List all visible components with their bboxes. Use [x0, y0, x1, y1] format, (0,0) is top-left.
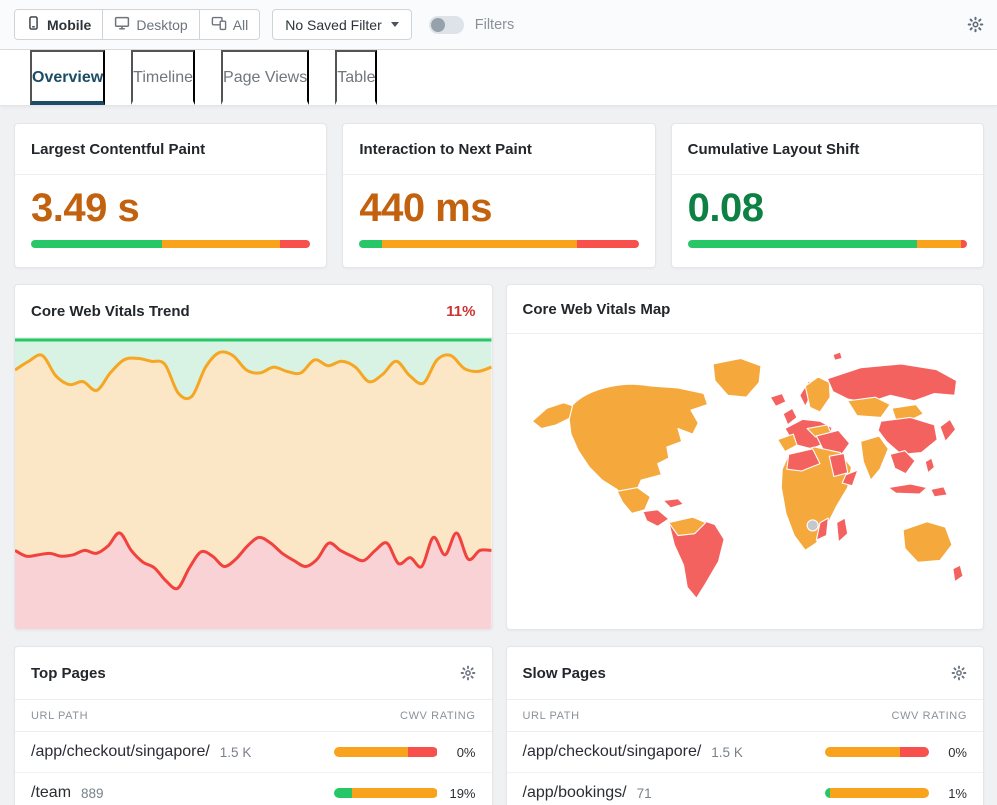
cwv-rating-bar: [334, 788, 438, 798]
device-button-all[interactable]: All: [199, 10, 260, 39]
table-row[interactable]: /app/bookings/ 71 1%: [507, 773, 984, 805]
top-toolbar: Mobile Desktop All No Saved Filte: [0, 0, 997, 50]
cwv-rating-bar: [825, 747, 929, 757]
cls-card: Cumulative Layout Shift 0.08: [671, 123, 984, 268]
table-row[interactable]: /team 889 19%: [15, 773, 492, 805]
inp-card: Interaction to Next Paint 440 ms: [342, 123, 655, 268]
card-header: Slow Pages: [507, 647, 984, 700]
poor-percent-badge: 11%: [446, 303, 475, 320]
filters-toggle-label: Filters: [475, 17, 514, 33]
tab-table[interactable]: Table: [335, 50, 377, 105]
settings-button[interactable]: [967, 16, 984, 33]
toggle-knob: [431, 18, 445, 32]
top-pages-card: Top Pages: [14, 646, 493, 805]
card-title: Largest Contentful Paint: [31, 141, 205, 158]
column-cwv-rating: CWV RATING: [892, 710, 967, 722]
page-path-link[interactable]: /app/checkout/singapore/: [31, 743, 210, 761]
good-percent: 0%: [448, 745, 476, 760]
page-view-count: 1.5 K: [711, 745, 743, 760]
page-view-count: 71: [637, 786, 652, 801]
world-map[interactable]: [523, 340, 966, 617]
lcp-rating-bar: [31, 240, 310, 248]
card-title: Interaction to Next Paint: [359, 141, 532, 158]
tab-bar: Overview Timeline Page Views Table: [0, 50, 997, 105]
card-header: Core Web Vitals Trend 11%: [15, 285, 492, 338]
table-row[interactable]: /app/checkout/singapore/ 1.5 K 0%: [15, 732, 492, 773]
saved-filter-label: No Saved Filter: [285, 17, 381, 33]
cls-rating-bar: [688, 240, 967, 248]
inp-rating-bar: [359, 240, 638, 248]
rating-cell: 1%: [825, 786, 967, 801]
top-pages-settings-button[interactable]: [460, 665, 476, 681]
rating-cell: 0%: [334, 745, 476, 760]
card-title: Cumulative Layout Shift: [688, 141, 860, 158]
lcp-card: Largest Contentful Paint 3.49 s: [14, 123, 327, 268]
inp-value: 440 ms: [359, 188, 638, 228]
tab-page-views[interactable]: Page Views: [221, 50, 309, 105]
page-path-link[interactable]: /team: [31, 784, 71, 802]
tab-timeline[interactable]: Timeline: [131, 50, 195, 105]
trend-area-chart[interactable]: [15, 338, 492, 629]
page-path-link[interactable]: /app/checkout/singapore/: [523, 743, 702, 761]
cwv-trend-card: Core Web Vitals Trend 11%: [14, 284, 493, 630]
page-view-count: 889: [81, 786, 104, 801]
column-cwv-rating: CWV RATING: [400, 710, 475, 722]
saved-filter-dropdown[interactable]: No Saved Filter: [272, 9, 411, 40]
rating-cell: 0%: [825, 745, 967, 760]
device-button-label: Mobile: [47, 17, 91, 33]
mobile-icon: [26, 15, 41, 34]
device-button-desktop[interactable]: Desktop: [102, 10, 198, 39]
column-url-path: URL PATH: [31, 710, 88, 722]
page-view-count: 1.5 K: [220, 745, 252, 760]
card-header: Cumulative Layout Shift: [672, 124, 983, 175]
trend-chart-body: [15, 338, 492, 629]
slow-pages-card: Slow Pages: [506, 646, 985, 805]
table-column-headers: URL PATH CWV RATING: [507, 700, 984, 732]
cwv-rating-bar: [825, 788, 929, 798]
good-percent: 0%: [939, 745, 967, 760]
card-header: Largest Contentful Paint: [15, 124, 326, 175]
device-button-mobile[interactable]: Mobile: [15, 10, 102, 39]
slow-pages-settings-button[interactable]: [951, 665, 967, 681]
card-title: Slow Pages: [523, 665, 606, 682]
tables-row: Top Pages: [14, 646, 984, 805]
all-devices-icon: [211, 15, 227, 34]
lcp-value: 3.49 s: [31, 188, 310, 228]
column-url-path: URL PATH: [523, 710, 580, 722]
card-header: Interaction to Next Paint: [343, 124, 654, 175]
table-column-headers: URL PATH CWV RATING: [15, 700, 492, 732]
rating-cell: 19%: [334, 786, 476, 801]
good-percent: 19%: [448, 786, 476, 801]
tab-overview[interactable]: Overview: [30, 50, 105, 105]
card-header: Core Web Vitals Map: [507, 285, 984, 334]
card-title: Top Pages: [31, 665, 106, 682]
gear-icon: [951, 669, 967, 684]
map-body: [507, 334, 984, 629]
device-filter-group: Mobile Desktop All: [14, 9, 260, 40]
dashboard-main: Largest Contentful Paint 3.49 s Interact…: [0, 105, 997, 805]
cwv-map-card: Core Web Vitals Map: [506, 284, 985, 630]
gear-icon: [967, 21, 984, 36]
good-percent: 1%: [939, 786, 967, 801]
gear-icon: [460, 669, 476, 684]
charts-row: Core Web Vitals Trend 11% Core Web Vital…: [14, 284, 984, 630]
cls-value: 0.08: [688, 188, 967, 228]
table-row[interactable]: /app/checkout/singapore/ 1.5 K 0%: [507, 732, 984, 773]
device-button-label: Desktop: [136, 17, 187, 33]
card-header: Top Pages: [15, 647, 492, 700]
cwv-rating-bar: [334, 747, 438, 757]
metric-cards-row: Largest Contentful Paint 3.49 s Interact…: [14, 123, 984, 268]
device-button-label: All: [233, 17, 249, 33]
card-title: Core Web Vitals Trend: [31, 303, 190, 320]
card-title: Core Web Vitals Map: [523, 301, 671, 318]
desktop-icon: [114, 15, 130, 34]
chevron-down-icon: [391, 22, 399, 27]
page-path-link[interactable]: /app/bookings/: [523, 784, 627, 802]
filters-toggle[interactable]: [429, 16, 464, 34]
